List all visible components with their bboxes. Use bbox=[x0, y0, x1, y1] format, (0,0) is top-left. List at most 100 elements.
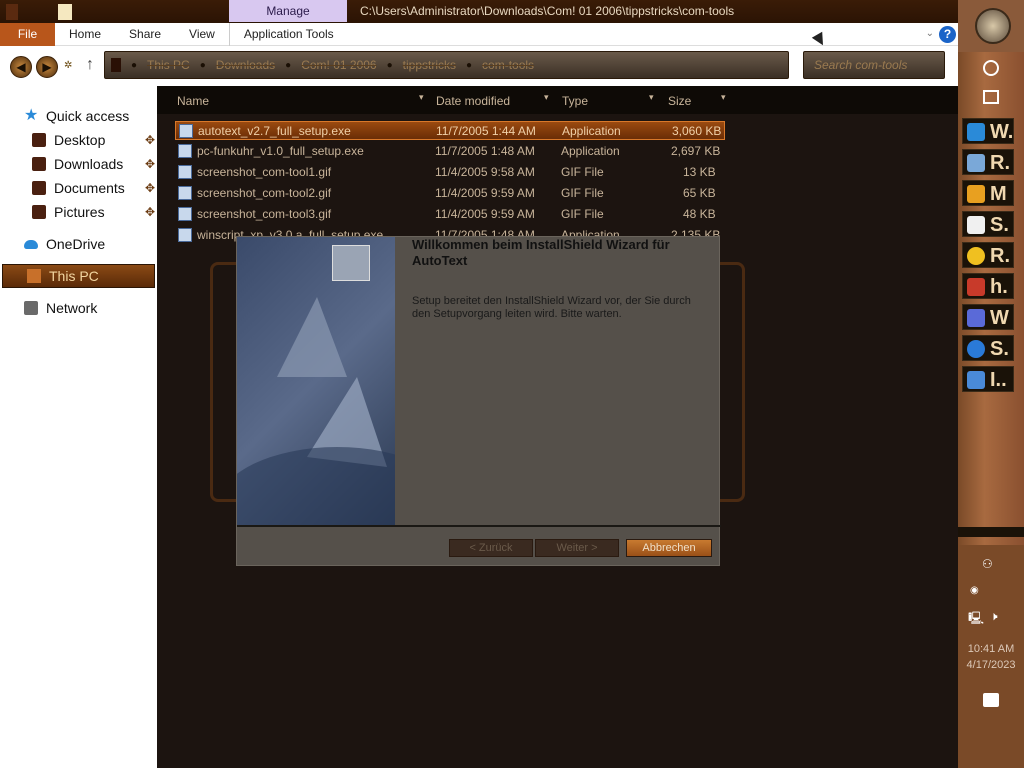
installshield-dialog: Willkommen beim InstallShield Wizard für… bbox=[236, 236, 721, 566]
column-header-name[interactable]: Name bbox=[177, 94, 209, 108]
breadcrumb-tippstricks[interactable]: tippstricks bbox=[403, 58, 456, 72]
nav-quick-access[interactable]: ★ Quick access bbox=[0, 104, 157, 128]
people-icon[interactable]: ⚇ bbox=[982, 557, 993, 571]
breadcrumb-com-2006[interactable]: Com! 01 2006 bbox=[301, 58, 376, 72]
sort-dropdown-icon[interactable]: ▾ bbox=[649, 92, 654, 103]
next-wizard-button[interactable]: Weiter > bbox=[535, 539, 619, 557]
tab-application-tools[interactable]: Application Tools bbox=[228, 22, 348, 46]
wizard-banner-image bbox=[237, 237, 395, 525]
taskbar-app-edge[interactable]: W. bbox=[962, 118, 1014, 144]
file-row[interactable]: screenshot_com-tool3.gif 11/4/2005 9:59 … bbox=[175, 205, 725, 224]
window-title: C:\Users\Administrator\Downloads\Com! 01… bbox=[360, 4, 735, 18]
start-button[interactable] bbox=[975, 8, 1011, 44]
help-button[interactable]: ? bbox=[939, 26, 956, 43]
nav-label: Downloads bbox=[54, 156, 124, 172]
chevron-down-icon[interactable]: ⌄ bbox=[926, 28, 934, 39]
file-size: 2,697 KB bbox=[671, 144, 721, 158]
sort-dropdown-icon[interactable]: ▾ bbox=[721, 92, 726, 103]
nav-documents[interactable]: Documents ✥ bbox=[0, 176, 157, 200]
file-name: pc-funkuhr_v1.0_full_setup.exe bbox=[197, 144, 364, 158]
taskbar-app[interactable]: R. bbox=[962, 149, 1014, 175]
start-area bbox=[958, 0, 1024, 52]
column-header-row: Name ▾ Date modified ▾ Type ▾ Size ▾ bbox=[157, 86, 959, 114]
taskbar-app[interactable]: S. bbox=[962, 211, 1014, 237]
sort-dropdown-icon[interactable]: ▾ bbox=[544, 92, 549, 103]
taskbar-app[interactable]: M bbox=[962, 180, 1014, 206]
task-view-icon[interactable] bbox=[983, 90, 999, 104]
taskbar-divider bbox=[958, 527, 1024, 537]
nav-network[interactable]: Network bbox=[0, 296, 157, 320]
computer-icon bbox=[27, 269, 41, 283]
breadcrumb-this-pc[interactable]: This PC bbox=[147, 58, 190, 72]
tab-view[interactable]: View bbox=[175, 23, 229, 46]
title-bar: Manage C:\Users\Administrator\Downloads\… bbox=[0, 0, 958, 24]
nav-this-pc[interactable]: This PC bbox=[2, 264, 155, 288]
taskbar: W. R. M S. R. h. W S. I.. ⚇ ◉ 🖳 🕨 10:41 … bbox=[958, 0, 1024, 768]
nav-label: OneDrive bbox=[46, 236, 106, 252]
exe-icon bbox=[179, 124, 193, 138]
app-label: W. bbox=[990, 121, 1014, 143]
action-center-icon[interactable] bbox=[983, 693, 999, 707]
file-row[interactable]: screenshot_com-tool2.gif 11/4/2005 9:59 … bbox=[175, 184, 725, 203]
column-header-type[interactable]: Type bbox=[562, 94, 588, 108]
recent-locations-icon[interactable]: ✲ bbox=[64, 60, 72, 71]
app-icon bbox=[967, 371, 985, 389]
app-label: R. bbox=[990, 245, 1010, 267]
gif-icon bbox=[178, 207, 192, 221]
nav-label: This PC bbox=[49, 268, 99, 284]
dialog-divider bbox=[237, 525, 721, 527]
breadcrumb-separator-icon: ● bbox=[285, 59, 292, 71]
exe-icon bbox=[178, 144, 192, 158]
breadcrumb-com-tools[interactable]: com-tools bbox=[482, 58, 534, 72]
back-button[interactable]: ◀ bbox=[10, 56, 32, 78]
file-name: autotext_v2.7_full_setup.exe bbox=[198, 124, 351, 138]
folder-icon bbox=[32, 157, 46, 171]
manage-tab[interactable]: Manage bbox=[229, 0, 347, 22]
volume-muted-icon[interactable]: 🕨 bbox=[990, 609, 998, 624]
back-wizard-button[interactable]: < Zurück bbox=[449, 539, 533, 557]
app-label: W bbox=[990, 307, 1009, 329]
clock[interactable]: 10:41 AM 4/17/2023 bbox=[960, 641, 1022, 673]
file-date: 11/7/2005 1:44 AM bbox=[436, 124, 536, 138]
search-icon[interactable] bbox=[983, 60, 999, 76]
taskbar-app[interactable]: h. bbox=[962, 273, 1014, 299]
file-size: 65 KB bbox=[683, 186, 716, 200]
nav-pictures[interactable]: Pictures ✥ bbox=[0, 200, 157, 224]
taskbar-app[interactable]: R. bbox=[962, 242, 1014, 268]
tab-share[interactable]: Share bbox=[115, 23, 175, 46]
address-bar[interactable]: ● This PC ● Downloads ● Com! 01 2006 ● t… bbox=[104, 51, 789, 79]
explorer-icon[interactable] bbox=[6, 4, 18, 20]
tray-overflow-icon[interactable]: ◉ bbox=[970, 585, 979, 596]
app-label: R. bbox=[990, 152, 1010, 174]
breadcrumb-separator-icon: ● bbox=[131, 59, 138, 71]
cancel-button[interactable]: Abbrechen bbox=[626, 539, 712, 557]
file-row[interactable]: autotext_v2.7_full_setup.exe 11/7/2005 1… bbox=[175, 121, 725, 140]
up-arrow-icon[interactable]: ↑ bbox=[86, 56, 94, 74]
sort-dropdown-icon[interactable]: ▾ bbox=[419, 92, 424, 103]
nav-onedrive[interactable]: OneDrive bbox=[0, 232, 157, 256]
file-row[interactable]: screenshot_com-tool1.gif 11/4/2005 9:58 … bbox=[175, 163, 725, 182]
file-size: 48 KB bbox=[683, 207, 716, 221]
breadcrumb-downloads[interactable]: Downloads bbox=[216, 58, 275, 72]
taskbar-app[interactable]: I.. bbox=[962, 366, 1014, 392]
file-date: 11/4/2005 9:59 AM bbox=[435, 186, 535, 200]
column-header-date[interactable]: Date modified bbox=[436, 94, 510, 108]
nav-desktop[interactable]: Desktop ✥ bbox=[0, 128, 157, 152]
file-type: GIF File bbox=[561, 186, 604, 200]
network-tray-icon[interactable]: 🖳 bbox=[968, 609, 984, 630]
nav-label: Documents bbox=[54, 180, 125, 196]
folder-quick-icon[interactable] bbox=[58, 4, 72, 20]
tab-home[interactable]: Home bbox=[55, 23, 115, 46]
nav-downloads[interactable]: Downloads ✥ bbox=[0, 152, 157, 176]
column-header-size[interactable]: Size bbox=[668, 94, 691, 108]
folder-icon bbox=[32, 205, 46, 219]
forward-button[interactable]: ▶ bbox=[36, 56, 58, 78]
file-row[interactable]: pc-funkuhr_v1.0_full_setup.exe 11/7/2005… bbox=[175, 142, 725, 161]
gif-icon bbox=[178, 186, 192, 200]
tab-file[interactable]: File bbox=[0, 22, 55, 46]
taskbar-app[interactable]: S. bbox=[962, 335, 1014, 361]
search-input[interactable]: Search com-tools bbox=[803, 51, 945, 79]
file-type: GIF File bbox=[561, 207, 604, 221]
edge-icon bbox=[967, 123, 985, 141]
taskbar-app[interactable]: W bbox=[962, 304, 1014, 330]
